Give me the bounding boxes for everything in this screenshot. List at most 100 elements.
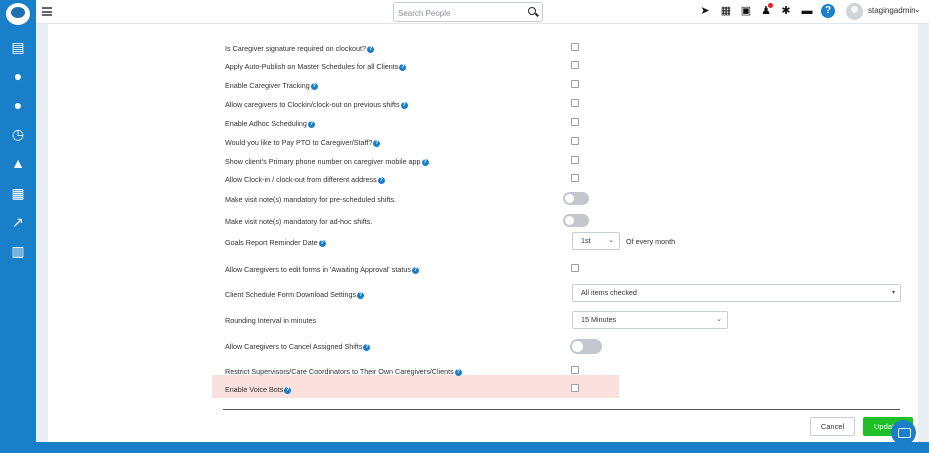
search-box	[393, 2, 543, 23]
help-icon[interactable]: ?	[357, 291, 365, 299]
dashboard-icon[interactable]: ▤	[9, 38, 27, 56]
chevron-down-icon: ⌄	[716, 316, 722, 323]
app-logo[interactable]	[6, 3, 30, 25]
chevron-down-icon: ⌄	[608, 237, 614, 244]
goals-suffix: Of every month	[626, 237, 676, 246]
top-bar: ➤ ▦ ▣ ♟ ✱ ▬ ? stagingadmin ⌄	[36, 0, 929, 24]
setting-checkbox[interactable]	[571, 43, 579, 51]
setting-row-label: Make visit note(s) mandatory for ad-hoc …	[225, 217, 372, 226]
setting-label-text: Client Schedule Form Download Settings	[225, 290, 357, 299]
help-icon[interactable]: ?	[377, 176, 385, 184]
setting-checkbox[interactable]	[571, 366, 579, 374]
help-icon[interactable]: ?	[399, 63, 407, 71]
menu-icon[interactable]	[42, 7, 52, 16]
help-icon[interactable]: ?	[363, 343, 371, 351]
setting-row-label: Allow Caregivers to edit forms in 'Await…	[225, 265, 419, 274]
setting-label-text: Enable Adhoc Scheduling	[225, 119, 307, 128]
notification-dot	[768, 3, 773, 8]
document-icon[interactable]: ▣	[739, 4, 753, 18]
team-icon[interactable]: ▲	[9, 154, 27, 172]
rounding-select[interactable]: 15 Minutes ⌄	[572, 311, 728, 329]
goals-day-value: 1st	[581, 236, 591, 245]
chevron-down-icon[interactable]: ⌄	[914, 5, 921, 14]
setting-checkbox[interactable]	[571, 99, 579, 107]
setting-row-label: Enable Voice Bots?	[225, 385, 292, 394]
setting-checkbox[interactable]	[571, 384, 579, 392]
setting-checkbox[interactable]	[571, 156, 579, 164]
setting-label-text: Enable Caregiver Tracking	[225, 81, 310, 90]
help-icon[interactable]: ?	[821, 4, 835, 18]
setting-row-label: Rounding Interval in minutes	[225, 316, 316, 325]
setting-toggle[interactable]	[563, 192, 589, 205]
setting-row-label: Allow Clock-in / clock-out from differen…	[225, 175, 385, 184]
help-icon[interactable]: ?	[373, 139, 381, 147]
setting-checkbox[interactable]	[571, 137, 579, 145]
billing-icon[interactable]: ▥	[9, 242, 27, 260]
setting-toggle[interactable]	[563, 214, 589, 227]
avatar[interactable]	[846, 3, 863, 20]
setting-checkbox[interactable]	[571, 264, 579, 272]
download-settings-select[interactable]: All items checked ▾	[572, 284, 901, 302]
help-icon[interactable]: ?	[421, 158, 429, 166]
setting-checkbox[interactable]	[571, 80, 579, 88]
setting-label-text: Allow Caregivers to Cancel Assigned Shif…	[225, 342, 363, 351]
search-input[interactable]	[394, 4, 514, 23]
gear-icon[interactable]: ✱	[779, 4, 793, 18]
chart-icon[interactable]: ↗	[9, 213, 27, 231]
help-icon[interactable]: ?	[411, 266, 419, 274]
setting-row-label: Show client's Primary phone number on ca…	[225, 157, 429, 166]
setting-label-text: Make visit note(s) mandatory for pre-sch…	[225, 195, 396, 204]
chat-bubble-icon[interactable]: ▬	[800, 4, 814, 18]
help-icon[interactable]: ?	[307, 120, 315, 128]
download-settings-value: All items checked	[581, 288, 637, 297]
setting-row-label: Allow caregivers to Clockin/clock-out on…	[225, 100, 408, 109]
cancel-button[interactable]: Cancel	[810, 417, 855, 436]
clock-icon[interactable]: ◷	[9, 125, 27, 143]
setting-label-text: Rounding Interval in minutes	[225, 316, 317, 325]
search-icon[interactable]	[528, 7, 536, 15]
setting-row-label: Apply Auto-Publish on Master Schedules f…	[225, 62, 407, 71]
goals-day-select[interactable]: 1st ⌄	[572, 232, 620, 250]
setting-label-text: Allow Clock-in / clock-out from differen…	[225, 175, 377, 184]
username[interactable]: stagingadmin	[868, 6, 916, 15]
setting-label-text: Goals Report Reminder Date	[225, 238, 318, 247]
setting-row-label: Goals Report Reminder Date?	[225, 238, 326, 247]
setting-label-text: Is Caregiver signature required on clock…	[225, 44, 367, 53]
help-icon[interactable]: ?	[284, 386, 292, 394]
setting-label-text: Restrict Supervisors/Care Coordinators t…	[225, 367, 454, 376]
setting-row-label: Enable Caregiver Tracking?	[225, 81, 318, 90]
help-icon[interactable]: ?	[318, 239, 326, 247]
setting-row-label: Make visit note(s) mandatory for pre-sch…	[225, 195, 396, 204]
divider	[223, 409, 900, 410]
caregiver-icon[interactable]: ●	[9, 67, 27, 85]
rounding-value: 15 Minutes	[581, 315, 617, 324]
setting-row-label: Client Schedule Form Download Settings?	[225, 290, 365, 299]
calendar-icon[interactable]: ▦	[719, 4, 733, 18]
setting-row-label: Would you like to Pay PTO to Caregiver/S…	[225, 138, 381, 147]
setting-toggle[interactable]	[570, 339, 602, 354]
bell-icon[interactable]: ♟	[759, 3, 773, 18]
setting-row-label: Allow Caregivers to Cancel Assigned Shif…	[225, 342, 371, 351]
client-icon[interactable]: ●	[9, 96, 27, 114]
caret-down-icon: ▾	[891, 290, 895, 296]
setting-checkbox[interactable]	[571, 174, 579, 182]
help-icon[interactable]: ?	[454, 368, 462, 376]
help-icon[interactable]: ?	[310, 82, 318, 90]
sidebar: ▤ ● ● ◷ ▲ ▦ ↗ ▥	[0, 0, 36, 453]
setting-label-text: Make visit note(s) mandatory for ad-hoc …	[225, 217, 373, 226]
report-icon[interactable]: ▦	[9, 184, 27, 202]
setting-row-label: Is Caregiver signature required on clock…	[225, 44, 375, 53]
bottom-bar	[36, 442, 929, 453]
setting-label-text: Allow Caregivers to edit forms in 'Await…	[225, 265, 411, 274]
setting-checkbox[interactable]	[571, 118, 579, 126]
help-icon[interactable]: ?	[367, 45, 375, 53]
settings-card: Is Caregiver signature required on clock…	[48, 24, 918, 442]
setting-row-label: Enable Adhoc Scheduling?	[225, 119, 315, 128]
setting-label-text: Would you like to Pay PTO to Caregiver/S…	[225, 138, 373, 147]
setting-row-label: Restrict Supervisors/Care Coordinators t…	[225, 367, 462, 376]
setting-checkbox[interactable]	[571, 61, 579, 69]
rocket-icon[interactable]: ➤	[698, 4, 712, 18]
setting-label-text: Apply Auto-Publish on Master Schedules f…	[225, 62, 399, 71]
help-icon[interactable]: ?	[400, 101, 408, 109]
setting-label-text: Enable Voice Bots	[225, 385, 284, 394]
